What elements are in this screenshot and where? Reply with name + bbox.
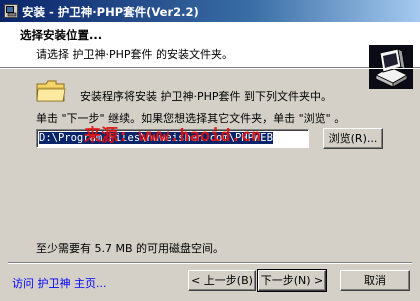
cancel-button[interactable]: 取消 xyxy=(340,270,410,291)
homepage-link[interactable]: 访问 护卫神 主页... xyxy=(12,275,106,291)
installer-window: 安装 - 护卫神·PHP套件(Ver2.2) 选择安装位置... 请选择 护卫神… xyxy=(0,0,420,301)
window-title: 安装 - 护卫神·PHP套件(Ver2.2) xyxy=(22,5,199,19)
footer-divider xyxy=(8,262,412,264)
page-title: 选择安装位置... xyxy=(20,28,103,42)
wizard-header: 选择安装位置... 请选择 护卫神·PHP套件 的安装文件夹。 xyxy=(0,22,420,89)
folder-icon xyxy=(36,80,66,102)
page-subtitle: 请选择 护卫神·PHP套件 的安装文件夹。 xyxy=(36,48,234,61)
disk-space-text: 至少需要有 5.7 MB 的可用磁盘空间。 xyxy=(36,242,225,255)
next-button[interactable]: 下一步(N) > xyxy=(257,269,327,292)
computer-box-logo-icon xyxy=(369,45,413,89)
installer-app-icon xyxy=(4,4,18,18)
watermark: 来源: www.haoid.cn xyxy=(84,126,262,146)
browse-button[interactable]: 浏览(R)... xyxy=(323,128,383,149)
back-button[interactable]: < 上一步(B) xyxy=(188,270,256,291)
intro-text: 安装程序将安装 护卫神·PHP套件 到下列文件夹中。 xyxy=(80,90,333,103)
title-bar[interactable]: 安装 - 护卫神·PHP套件(Ver2.2) xyxy=(0,0,420,22)
